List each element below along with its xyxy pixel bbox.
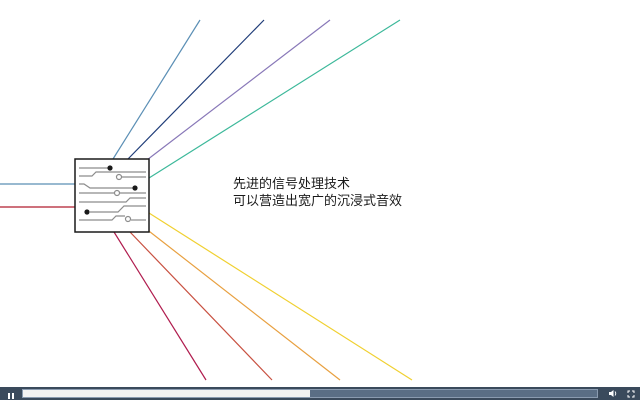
fullscreen-button[interactable]: [622, 387, 640, 400]
pause-icon: [7, 384, 15, 403]
volume-icon: [608, 390, 616, 397]
output-ray-crimson: [113, 231, 207, 381]
animation-stage: 先进的信号处理技术 可以营造出宽广的沉浸式音效: [0, 0, 640, 387]
progress-fill: [23, 390, 310, 397]
output-ray-orange: [144, 227, 341, 381]
player-control-bar: [0, 387, 640, 400]
chip-node-2: [132, 185, 138, 191]
chip-node-1: [107, 165, 113, 171]
volume-button[interactable]: [604, 387, 622, 400]
fullscreen-icon: [627, 390, 635, 397]
output-ray-steel-blue: [112, 19, 201, 160]
output-ray-navy: [127, 19, 265, 160]
caption-line-2: 可以营造出宽广的沉浸式音效: [233, 194, 403, 209]
progress-bar[interactable]: [22, 389, 598, 398]
output-ray-yellow: [148, 212, 413, 381]
chip-node-3: [84, 209, 90, 215]
caption-line-1: 先进的信号处理技术: [233, 177, 351, 192]
caption-text: 先进的信号处理技术 可以营造出宽广的沉浸式音效: [233, 176, 402, 210]
output-ray-red: [129, 231, 273, 381]
processor-chip: [74, 158, 150, 233]
output-ray-purple: [142, 19, 331, 164]
pause-button[interactable]: [2, 387, 20, 400]
